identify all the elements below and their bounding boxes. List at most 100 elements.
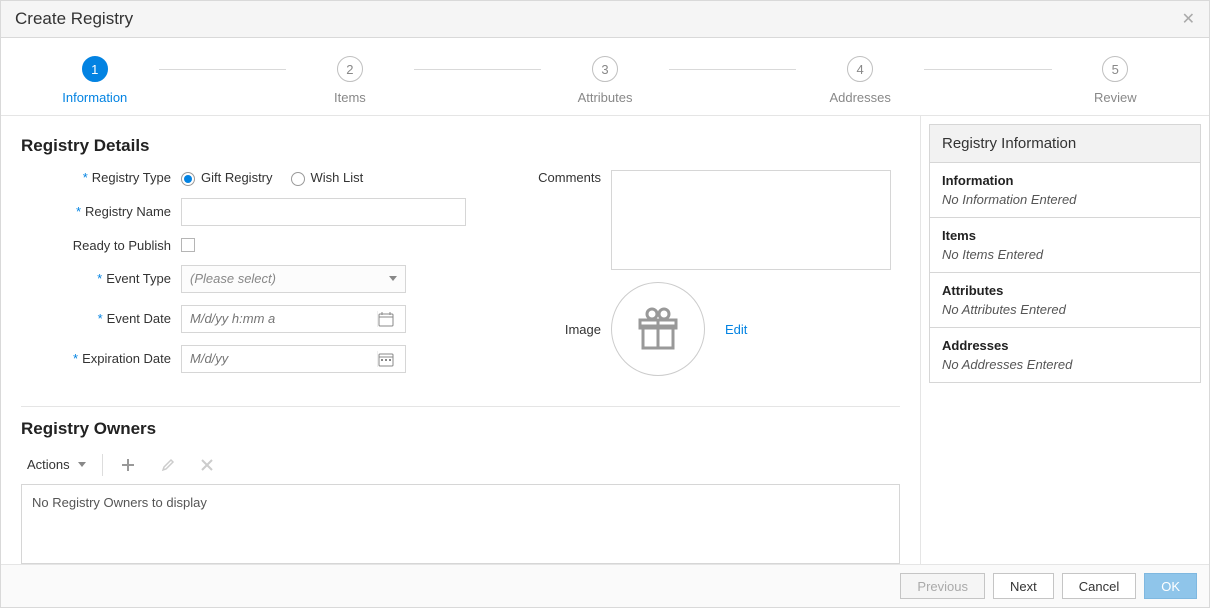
label-registry-name: *Registry Name — [21, 204, 181, 219]
create-registry-modal: Create Registry ✕ 1 Information 2 Items … — [0, 0, 1210, 608]
gift-icon — [633, 304, 683, 354]
previous-button[interactable]: Previous — [900, 573, 985, 599]
row-registry-name: *Registry Name — [21, 198, 501, 226]
label-expiration-date: *Expiration Date — [21, 351, 181, 366]
side-section-items: Items No Items Entered — [930, 218, 1200, 273]
side-section-value: No Items Entered — [942, 247, 1188, 262]
actions-menu[interactable]: Actions — [21, 453, 92, 476]
plus-icon — [121, 458, 135, 472]
step-connector — [159, 69, 287, 70]
row-registry-type: *Registry Type Gift Registry Wish List — [21, 170, 501, 186]
step-circle: 5 — [1102, 56, 1128, 82]
row-image: Image Edit — [531, 282, 900, 376]
calendar-icon[interactable] — [377, 311, 405, 327]
step-label: Addresses — [796, 90, 924, 105]
row-expiration-date: *Expiration Date — [21, 345, 501, 373]
ready-to-publish-checkbox[interactable] — [181, 238, 195, 252]
label-event-type: *Event Type — [21, 271, 181, 286]
registry-owners-title: Registry Owners — [21, 419, 900, 439]
modal-header: Create Registry ✕ — [1, 1, 1209, 38]
toolbar-separator — [102, 454, 103, 476]
delete-owner-button[interactable] — [193, 455, 221, 475]
side-section-title: Addresses — [942, 338, 1188, 353]
calendar-icon[interactable] — [377, 351, 405, 367]
step-connector — [669, 69, 797, 70]
side-section-value: No Information Entered — [942, 192, 1188, 207]
step-attributes[interactable]: 3 Attributes — [541, 56, 669, 105]
chevron-down-icon — [78, 462, 86, 467]
ok-button[interactable]: OK — [1144, 573, 1197, 599]
owners-empty-text: No Registry Owners to display — [32, 495, 207, 510]
radio-icon — [181, 172, 195, 186]
owners-toolbar: Actions — [21, 453, 900, 476]
step-label: Attributes — [541, 90, 669, 105]
side-section-information: Information No Information Entered — [930, 163, 1200, 218]
side-section-attributes: Attributes No Attributes Entered — [930, 273, 1200, 328]
step-circle: 1 — [82, 56, 108, 82]
edit-owner-button[interactable] — [153, 454, 183, 476]
label-ready-to-publish: Ready to Publish — [21, 238, 181, 253]
step-circle: 2 — [337, 56, 363, 82]
section-divider — [21, 406, 900, 407]
radio-gift-registry[interactable]: Gift Registry — [181, 170, 273, 186]
wizard-stepper: 1 Information 2 Items 3 Attributes 4 Add… — [1, 38, 1209, 116]
event-date-input-wrap — [181, 305, 406, 333]
step-information[interactable]: 1 Information — [31, 56, 159, 105]
image-control: Edit — [611, 282, 747, 376]
row-event-date: *Event Date — [21, 305, 501, 333]
label-comments: Comments — [531, 170, 611, 185]
cancel-button[interactable]: Cancel — [1062, 573, 1136, 599]
side-section-addresses: Addresses No Addresses Entered — [930, 328, 1200, 382]
step-label: Review — [1052, 90, 1180, 105]
modal-title: Create Registry — [15, 9, 133, 29]
expiration-date-input-wrap — [181, 345, 406, 373]
main-panel[interactable]: Registry Details *Registry Type Gift Reg… — [1, 116, 921, 564]
step-review[interactable]: 5 Review — [1052, 56, 1180, 105]
label-event-date: *Event Date — [21, 311, 181, 326]
step-items[interactable]: 2 Items — [286, 56, 414, 105]
side-panel-title: Registry Information — [930, 125, 1200, 163]
image-placeholder — [611, 282, 705, 376]
label-image: Image — [531, 322, 611, 337]
side-panel-container: Registry Information Information No Info… — [921, 116, 1209, 564]
registry-details-title: Registry Details — [21, 136, 900, 156]
select-placeholder: (Please select) — [190, 271, 276, 286]
modal-body: Registry Details *Registry Type Gift Reg… — [1, 116, 1209, 564]
expiration-date-input[interactable] — [182, 346, 377, 372]
event-type-select[interactable]: (Please select) — [181, 265, 406, 293]
next-button[interactable]: Next — [993, 573, 1054, 599]
comments-textarea[interactable] — [611, 170, 891, 270]
row-event-type: *Event Type (Please select) — [21, 265, 501, 293]
registry-info-panel: Registry Information Information No Info… — [929, 124, 1201, 383]
row-comments: Comments — [531, 170, 900, 270]
side-section-value: No Addresses Entered — [942, 357, 1188, 372]
step-connector — [414, 69, 542, 70]
edit-image-link[interactable]: Edit — [725, 322, 747, 337]
close-icon[interactable]: ✕ — [1182, 9, 1195, 29]
actions-label: Actions — [27, 457, 70, 472]
side-section-title: Items — [942, 228, 1188, 243]
registry-name-input[interactable] — [181, 198, 466, 226]
label-registry-type: *Registry Type — [21, 170, 181, 185]
step-label: Information — [31, 90, 159, 105]
step-label: Items — [286, 90, 414, 105]
step-addresses[interactable]: 4 Addresses — [796, 56, 924, 105]
owners-list: No Registry Owners to display — [21, 484, 900, 564]
close-icon — [201, 459, 213, 471]
radio-wish-list[interactable]: Wish List — [291, 170, 364, 186]
event-date-input[interactable] — [182, 306, 377, 332]
step-circle: 3 — [592, 56, 618, 82]
side-section-value: No Attributes Entered — [942, 302, 1188, 317]
pencil-icon — [161, 458, 175, 472]
details-two-col: *Registry Type Gift Registry Wish List *… — [21, 170, 900, 388]
chevron-down-icon — [389, 276, 397, 281]
modal-footer: Previous Next Cancel OK — [1, 564, 1209, 607]
row-ready-to-publish: Ready to Publish — [21, 238, 501, 253]
step-connector — [924, 69, 1052, 70]
details-left: *Registry Type Gift Registry Wish List *… — [21, 170, 501, 388]
step-circle: 4 — [847, 56, 873, 82]
add-owner-button[interactable] — [113, 454, 143, 476]
registry-type-group: Gift Registry Wish List — [181, 170, 363, 186]
side-section-title: Attributes — [942, 283, 1188, 298]
details-right: Comments Image — [531, 170, 900, 388]
